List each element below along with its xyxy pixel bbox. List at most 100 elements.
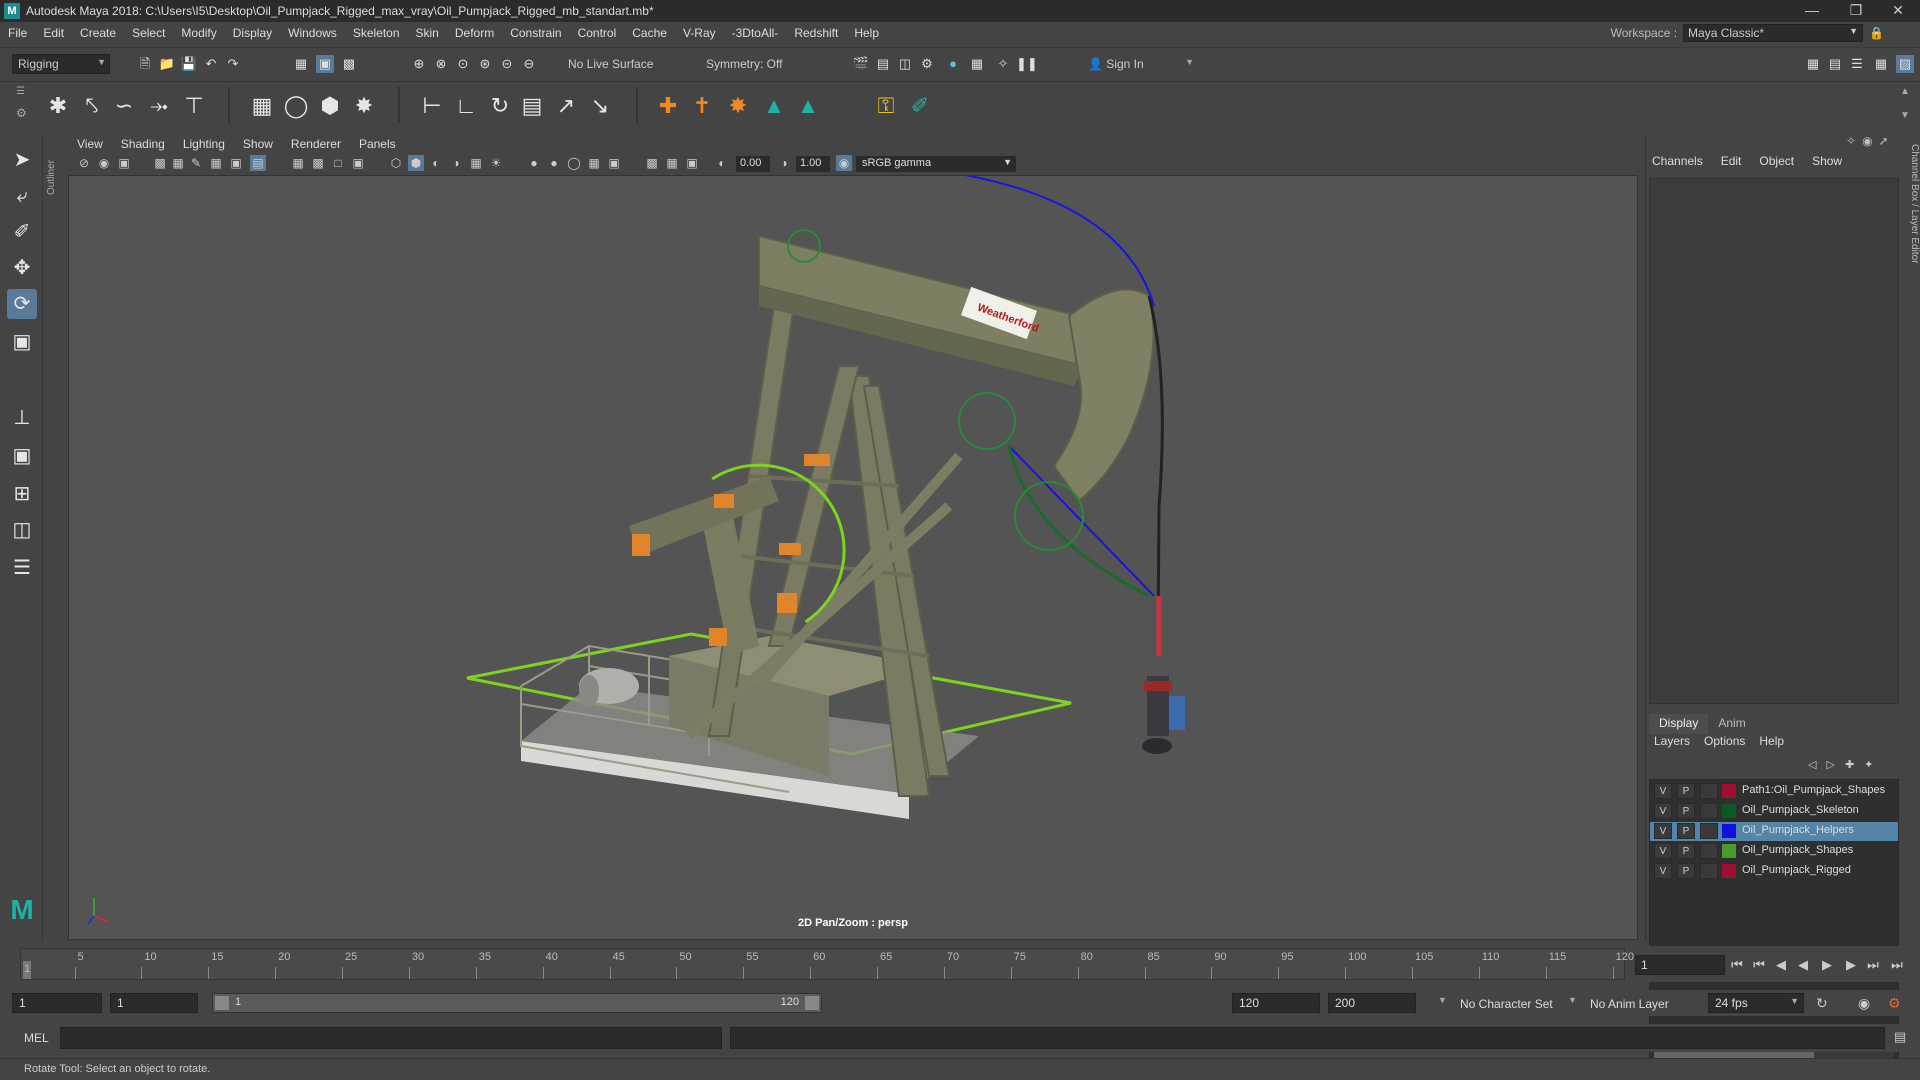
layer-editor-icon[interactable]: ▨ xyxy=(1896,55,1914,73)
two-view-icon[interactable]: ◫ xyxy=(7,515,37,545)
layer-visibility-toggle[interactable]: V xyxy=(1654,823,1672,839)
speed-icon[interactable]: ◉ xyxy=(1862,134,1872,148)
paint-select-icon[interactable]: ✐ xyxy=(7,217,37,247)
hud-icon[interactable]: ▣ xyxy=(684,155,700,171)
menu-modify[interactable]: Modify xyxy=(173,26,224,40)
snap-surface-icon[interactable]: ⊝ xyxy=(498,55,516,73)
layer-menu-layers[interactable]: Layers xyxy=(1654,734,1690,748)
modeling-toolkit-icon[interactable]: ▦ xyxy=(1804,55,1822,73)
lasso-tool-icon[interactable]: ⤶ xyxy=(7,181,37,211)
single-view-icon[interactable]: ▣ xyxy=(7,441,37,471)
layer-color-swatch[interactable] xyxy=(1722,824,1736,838)
menu-skin[interactable]: Skin xyxy=(408,26,447,40)
lattice-icon[interactable]: ⬢ xyxy=(316,92,344,120)
outliner-layout-icon[interactable]: ☰ xyxy=(7,553,37,583)
menu-create[interactable]: Create xyxy=(72,26,124,40)
sign-in-button[interactable]: 👤 Sign In ▼ xyxy=(1082,54,1198,74)
layer-visibility-toggle[interactable]: V xyxy=(1654,843,1672,859)
layer-row[interactable]: V P Oil_Pumpjack_Skeleton xyxy=(1650,802,1898,821)
pole-vector-icon[interactable]: ↘ xyxy=(586,92,614,120)
vp-menu-shading[interactable]: Shading xyxy=(112,137,174,151)
script-editor-icon[interactable]: ▤ xyxy=(1894,1029,1906,1045)
step-back-key-icon[interactable]: ⏮ xyxy=(1750,956,1768,974)
playback-end-field[interactable]: 120 xyxy=(1232,993,1320,1013)
xray-icon[interactable]: ● xyxy=(526,155,542,171)
menu-deform[interactable]: Deform xyxy=(447,26,502,40)
hyper-icon[interactable]: ➚ xyxy=(1879,134,1889,148)
open-scene-icon[interactable]: 📁 xyxy=(158,55,176,73)
ipr-render-icon[interactable]: ◫ xyxy=(896,55,914,73)
rotate-tool-icon[interactable]: ⟳ xyxy=(7,289,37,319)
motion-blur-icon[interactable]: ▦ xyxy=(586,155,602,171)
command-language-label[interactable]: MEL xyxy=(24,1031,49,1045)
use-all-lights-icon[interactable]: ◑ xyxy=(448,155,464,171)
lock-icon[interactable]: 🔒 xyxy=(1869,26,1884,40)
attribute-editor-icon[interactable]: ▤ xyxy=(1826,55,1844,73)
cb-menu-channels[interactable]: Channels xyxy=(1652,154,1703,168)
cb-menu-object[interactable]: Object xyxy=(1759,154,1794,168)
layer-display-type[interactable] xyxy=(1700,803,1718,819)
close-icon[interactable]: ✕ xyxy=(1876,0,1920,22)
minimize-icon[interactable]: — xyxy=(1790,0,1834,22)
step-forward-key-icon[interactable]: ⏭ xyxy=(1864,956,1882,974)
ik-handle-icon[interactable]: ⤣ xyxy=(78,92,106,120)
render-view-icon[interactable]: ▤ xyxy=(874,55,892,73)
grid-icon[interactable]: ▦ xyxy=(208,155,224,171)
fps-dropdown[interactable]: 24 fps ▼ xyxy=(1708,993,1804,1013)
key-icon[interactable]: ⚿ xyxy=(872,92,900,120)
snap-curve-icon[interactable]: ⊗ xyxy=(432,55,450,73)
menu-control[interactable]: Control xyxy=(570,26,625,40)
color-management-icon[interactable]: ◉ xyxy=(836,155,852,171)
safe-action-icon[interactable]: ▩ xyxy=(310,155,326,171)
go-to-end-icon[interactable]: ⏭ xyxy=(1888,956,1906,974)
animation-end-field[interactable]: 200 xyxy=(1328,993,1416,1013)
outliner-tab[interactable]: Outliner xyxy=(46,135,62,195)
time-slider-track[interactable]: 1 5 10 15 20 25 30 35 40 45 50 55 60 65 70 75 80 85 90 95 1… xyxy=(20,948,1634,980)
layer-playback-toggle[interactable]: P xyxy=(1677,783,1695,799)
layer-display-type[interactable] xyxy=(1700,843,1718,859)
layer-playback-toggle[interactable]: P xyxy=(1677,823,1695,839)
layer-display-type[interactable] xyxy=(1700,783,1718,799)
playback-start-field[interactable]: 1 xyxy=(110,993,198,1013)
smooth-shade-icon[interactable]: ⬢ xyxy=(408,155,424,171)
chevron-down-icon[interactable]: ▼ xyxy=(1568,995,1577,1005)
paint-tool-icon[interactable]: ✐ xyxy=(906,92,934,120)
aim-constraint-icon[interactable]: ↗ xyxy=(552,92,580,120)
ik-spline-icon[interactable]: ∽ xyxy=(110,92,138,120)
skeleton-icon[interactable]: ✸ xyxy=(724,92,752,120)
layer-visibility-toggle[interactable]: V xyxy=(1654,803,1672,819)
bind-skin-icon[interactable]: ▦ xyxy=(248,92,276,120)
move-layer-up-icon[interactable]: ◁ xyxy=(1808,758,1816,771)
exposure-field[interactable]: 0.00 xyxy=(736,156,770,172)
viewport-persp[interactable]: Weatherford 2D Pan/Zoom : persp xyxy=(68,175,1638,940)
joint-tool-icon[interactable]: ✱ xyxy=(44,92,72,120)
scale-constraint-icon[interactable]: ▤ xyxy=(518,92,546,120)
manipulator-icon[interactable]: ✧ xyxy=(1846,134,1856,148)
parent-constraint-icon[interactable]: ⊢ xyxy=(418,92,446,120)
tool-settings-icon[interactable]: ☰ xyxy=(1848,55,1866,73)
layer-playback-toggle[interactable]: P xyxy=(1677,843,1695,859)
menu-display[interactable]: Display xyxy=(225,26,280,40)
soft-select-icon[interactable]: ⊥ xyxy=(7,403,37,433)
menu-3dtoall[interactable]: -3DtoAll- xyxy=(724,26,787,40)
cb-menu-edit[interactable]: Edit xyxy=(1721,154,1742,168)
layer-row[interactable]: V P Oil_Pumpjack_Shapes xyxy=(1650,842,1898,861)
shadows-icon[interactable]: ▦ xyxy=(468,155,484,171)
wireframe-icon[interactable]: ⬡ xyxy=(388,155,404,171)
grease-pencil-icon[interactable]: ✎ xyxy=(188,155,204,171)
menu-set-dropdown[interactable]: Rigging ▼ xyxy=(12,54,110,74)
menu-cache[interactable]: Cache xyxy=(624,26,675,40)
layer-visibility-toggle[interactable]: V xyxy=(1654,863,1672,879)
auto-key-icon[interactable]: ◉ xyxy=(1858,995,1870,1012)
depth-of-field-icon[interactable]: ▦ xyxy=(664,155,680,171)
range-slider[interactable]: 1 120 xyxy=(212,993,822,1013)
restore-icon[interactable]: ❐ xyxy=(1834,0,1878,22)
range-end-handle[interactable] xyxy=(805,996,819,1010)
ambient-occlusion-icon[interactable]: ◯ xyxy=(566,155,582,171)
locator-icon[interactable]: ✚ xyxy=(654,92,682,120)
paint-weights-icon[interactable]: ◯ xyxy=(282,92,310,120)
humanik-icon[interactable]: ⊤ xyxy=(180,92,208,120)
shelf-options-icon[interactable]: ☰ xyxy=(16,86,25,97)
vp-menu-panels[interactable]: Panels xyxy=(350,137,405,151)
menu-windows[interactable]: Windows xyxy=(280,26,345,40)
